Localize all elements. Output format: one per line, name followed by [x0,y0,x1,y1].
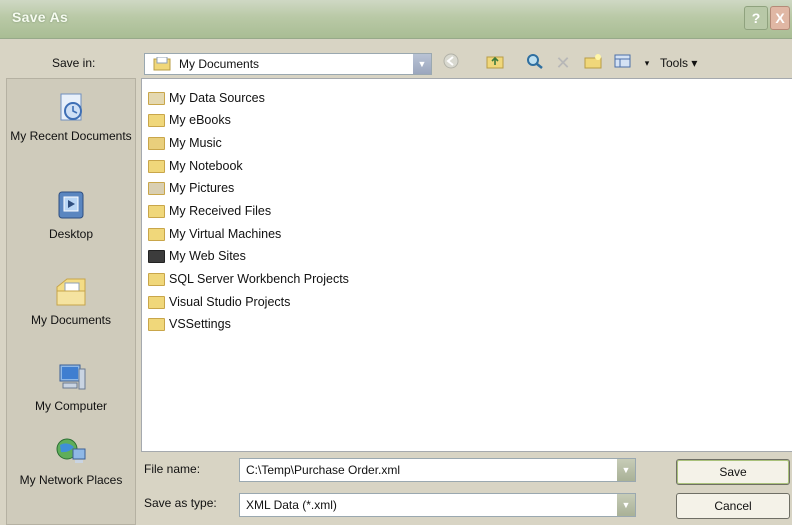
chevron-down-icon[interactable]: ▼ [413,54,431,74]
place-desktop[interactable]: Desktop [7,189,135,242]
place-label: My Network Places [19,473,123,487]
list-item[interactable]: My Virtual Machines [148,224,281,244]
save-as-type-value: XML Data (*.xml) [246,498,337,512]
file-name: My Data Sources [169,91,265,105]
views-icon[interactable] [612,52,634,74]
file-name: Visual Studio Projects [169,295,291,309]
pictures-folder-icon [148,182,165,196]
new-folder-icon[interactable] [582,52,604,74]
window-title: Save As [12,9,69,25]
folder-icon [148,205,165,219]
place-my-network-places[interactable]: My Network Places [7,435,135,488]
place-label: My Recent Documents [10,129,132,143]
file-name-value: C:\Temp\Purchase Order.xml [246,463,401,477]
place-label: My Computer [34,399,108,413]
list-item[interactable]: SQL Server Workbench Projects [148,269,349,289]
up-folder-icon[interactable] [484,52,506,74]
place-my-recent-documents[interactable]: My Recent Documents [7,91,135,144]
file-list[interactable]: My Data Sources My eBooks My Music My No… [141,78,792,452]
list-item[interactable]: My Notebook [148,156,243,176]
chevron-down-icon[interactable]: ▼ [617,459,635,481]
folder-icon [148,296,165,310]
list-item[interactable]: My Music [148,133,222,153]
folder-icon [148,318,165,332]
list-item[interactable]: My eBooks [148,110,231,130]
place-my-computer[interactable]: My Computer [7,361,135,414]
folder-icon [148,160,165,174]
save-as-type-select[interactable]: XML Data (*.xml) ▼ [239,493,636,517]
folder-icon [148,228,165,242]
views-dropdown-icon[interactable]: ▾ [636,52,658,74]
tools-label: Tools [660,56,689,70]
data-folder-icon [148,92,165,106]
file-name: My Received Files [169,204,272,218]
list-item[interactable]: My Data Sources [148,88,265,108]
save-in-label: Save in: [52,56,96,70]
file-name: My Notebook [169,159,243,173]
folder-icon [148,273,165,287]
file-name: VSSettings [169,317,231,331]
tools-menu[interactable]: Tools ▾ [660,56,697,70]
places-bar: My Recent Documents Desktop My Documents… [6,78,136,525]
help-button[interactable]: ? [744,6,768,30]
file-name: My Music [169,136,222,150]
music-folder-icon [148,137,165,151]
recent-documents-icon [53,91,89,125]
file-name-label: File name: [144,462,201,476]
save-as-type-label: Save as type: [144,496,217,510]
file-name: My Web Sites [169,249,246,263]
place-my-documents[interactable]: My Documents [7,275,135,328]
delete-icon[interactable]: ✕ [552,52,574,74]
place-label: My Documents [30,313,112,327]
list-item[interactable]: My Pictures [148,178,234,198]
cancel-button[interactable]: Cancel [676,493,790,519]
my-computer-icon [53,361,89,395]
list-item[interactable]: My Received Files [148,201,271,221]
place-label: Desktop [48,227,94,241]
file-name: My Virtual Machines [169,227,282,241]
save-button[interactable]: Save [676,459,790,485]
web-folder-icon [148,250,165,264]
my-documents-icon [53,275,89,309]
save-in-combobox[interactable]: My Documents ▼ [144,53,432,75]
network-places-icon [53,435,89,469]
close-button[interactable]: X [770,6,790,30]
back-icon[interactable] [440,52,462,74]
file-name: SQL Server Workbench Projects [169,272,349,286]
search-web-icon[interactable] [524,52,546,74]
file-name: My eBooks [169,113,231,127]
file-name: My Pictures [169,181,235,195]
list-item[interactable]: VSSettings [148,314,231,334]
chevron-down-icon[interactable]: ▼ [617,494,635,516]
my-documents-icon [153,56,171,77]
list-item[interactable]: My Web Sites [148,246,246,266]
folder-icon [148,114,165,128]
title-bar: Save As ? X [0,0,792,39]
save-in-value: My Documents [179,57,260,71]
file-name-field[interactable]: C:\Temp\Purchase Order.xml ▼ [239,458,636,482]
list-item[interactable]: Visual Studio Projects [148,292,290,312]
desktop-icon [53,189,89,223]
